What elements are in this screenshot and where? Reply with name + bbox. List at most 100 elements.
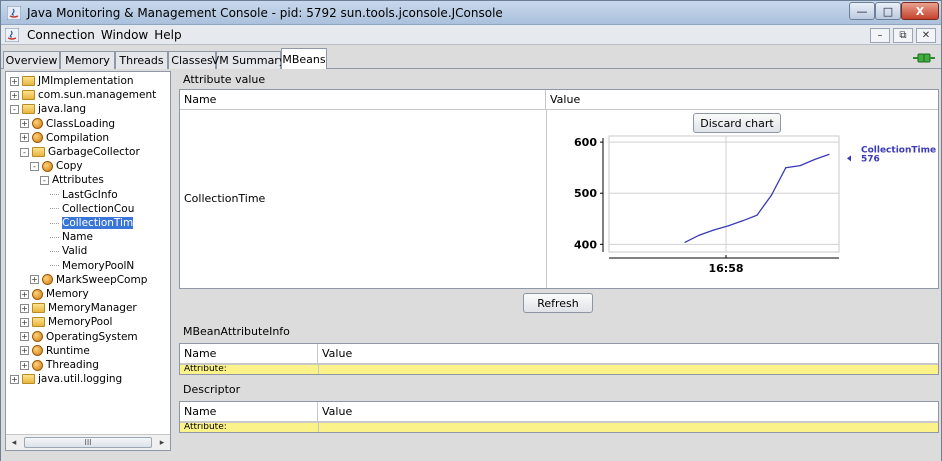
- tree-node-java-lang[interactable]: - java.lang: [10, 102, 86, 116]
- tree-node-label: OperatingSystem: [46, 330, 138, 343]
- title-bar[interactable]: Java Monitoring & Management Console - p…: [1, 1, 941, 25]
- internal-close-button[interactable]: ✕: [916, 28, 936, 43]
- tree-connector: [50, 250, 59, 252]
- expand-icon[interactable]: +: [20, 346, 29, 356]
- data-point: [814, 158, 816, 161]
- column-header-name[interactable]: Name: [180, 344, 318, 364]
- data-point: [799, 165, 801, 167]
- maximize-window-button[interactable]: □: [875, 2, 901, 20]
- collapse-icon[interactable]: -: [30, 161, 39, 171]
- column-header-name[interactable]: Name: [180, 402, 318, 422]
- folder-icon: [22, 104, 35, 115]
- collapse-icon[interactable]: -: [40, 175, 49, 185]
- tree-node-operatingsystem[interactable]: + OperatingSystem: [20, 330, 138, 344]
- tab-mbeans[interactable]: MBeans: [281, 48, 327, 69]
- tree-node-com-sun-management[interactable]: + com.sun.management: [10, 88, 156, 102]
- scroll-left-arrow-icon[interactable]: ◂: [6, 435, 22, 450]
- tree-node-memorymanager[interactable]: + MemoryManager: [20, 301, 137, 315]
- collection-time-chart: 400 500 600 16:58 CollectionTime576: [574, 135, 936, 275]
- data-point: [684, 241, 686, 243]
- tree-node-compilation[interactable]: + Compilation: [20, 131, 109, 145]
- table-row[interactable]: Attribute:: [180, 422, 938, 432]
- tab-overview[interactable]: Overview: [3, 51, 60, 69]
- connection-plug-icon[interactable]: [913, 51, 935, 65]
- tab-memory[interactable]: Memory: [60, 51, 115, 69]
- expand-icon[interactable]: +: [20, 317, 29, 327]
- tab-threads[interactable]: Threads: [115, 51, 168, 69]
- tree-node-name[interactable]: Name: [50, 230, 93, 244]
- tree-node-collectioncou[interactable]: CollectionCou: [50, 202, 134, 216]
- column-divider: [318, 364, 319, 374]
- menu-bar: Connection Window Help – ⧉ ✕: [1, 25, 941, 45]
- mbean-icon: [32, 331, 43, 343]
- table-row[interactable]: Attribute:: [180, 364, 938, 374]
- mbean-icon: [32, 345, 43, 357]
- expand-icon[interactable]: +: [10, 374, 19, 384]
- tree-node-marksweepcomp[interactable]: + MarkSweepComp: [30, 273, 147, 287]
- tree-node-label: java.util.logging: [38, 373, 123, 386]
- tree-node-label: GarbageCollector: [48, 146, 140, 158]
- tree-node-collectiontim[interactable]: CollectionTim: [50, 216, 134, 230]
- expand-icon[interactable]: +: [20, 119, 29, 129]
- expand-icon[interactable]: +: [20, 332, 29, 342]
- tree-node-memorypooln[interactable]: MemoryPoolN: [50, 259, 134, 273]
- scroll-right-arrow-icon[interactable]: ▸: [154, 435, 170, 450]
- refresh-button[interactable]: Refresh: [523, 293, 593, 313]
- tab-classes[interactable]: Classes: [168, 51, 216, 69]
- expand-icon[interactable]: +: [10, 76, 19, 86]
- column-header-value[interactable]: Value: [318, 344, 938, 364]
- tab-vm-summary[interactable]: VM Summary: [212, 51, 285, 69]
- tree-node-label: Memory: [46, 288, 89, 300]
- expand-icon[interactable]: +: [20, 360, 29, 370]
- column-header-value[interactable]: Value: [318, 402, 938, 422]
- data-point: [698, 234, 700, 236]
- tree-node-java-util-logging[interactable]: + java.util.logging: [10, 372, 122, 386]
- data-point: [727, 225, 729, 227]
- tree-node-memorypool[interactable]: + MemoryPool: [20, 315, 112, 329]
- mbean-icon: [42, 274, 53, 286]
- close-window-button[interactable]: X: [901, 2, 939, 20]
- minimize-window-button[interactable]: —: [849, 2, 875, 20]
- java-app-icon: [7, 6, 21, 20]
- tree-node-jmimplementation[interactable]: + JMImplementation: [10, 74, 134, 88]
- column-header-value[interactable]: Value: [546, 90, 938, 110]
- tree-node-valid[interactable]: Valid: [50, 244, 87, 258]
- tree-connector: [50, 265, 59, 267]
- mbean-icon: [32, 288, 43, 300]
- tree-node-memory[interactable]: + Memory: [20, 287, 89, 301]
- tree-node-label: MarkSweepComp: [56, 273, 148, 286]
- x-tick-label: 16:58: [708, 262, 743, 275]
- tree-node-copy[interactable]: - Copy: [30, 159, 83, 173]
- discard-chart-button[interactable]: Discard chart: [693, 113, 781, 133]
- expand-icon[interactable]: +: [20, 303, 29, 313]
- tree-node-label: JMImplementation: [38, 75, 134, 87]
- tree-node-garbagecollector[interactable]: - GarbageCollector: [20, 145, 140, 159]
- row-label: Attribute:: [184, 422, 227, 432]
- mbean-tree[interactable]: + JMImplementation + com.sun.management - jav…: [5, 71, 171, 451]
- tree-node-classloading[interactable]: + ClassLoading: [20, 117, 115, 131]
- column-divider: [318, 422, 319, 432]
- data-point: [756, 214, 758, 216]
- menu-connection[interactable]: Connection: [27, 28, 95, 42]
- tree-node-label: ClassLoading: [46, 117, 116, 130]
- menu-window[interactable]: Window: [101, 28, 148, 42]
- expand-icon[interactable]: +: [30, 275, 39, 285]
- internal-minimize-button[interactable]: –: [870, 28, 890, 43]
- tree-node-threading[interactable]: + Threading: [20, 358, 99, 372]
- collapse-icon[interactable]: -: [20, 147, 29, 157]
- internal-restore-button[interactable]: ⧉: [893, 28, 913, 43]
- data-point: [785, 167, 787, 169]
- collapse-icon[interactable]: -: [10, 104, 19, 114]
- tree-node-lastgcinfo[interactable]: LastGcInfo: [50, 188, 118, 202]
- expand-icon[interactable]: +: [20, 289, 29, 299]
- java-doc-icon[interactable]: [5, 28, 19, 42]
- tree-node-runtime[interactable]: + Runtime: [20, 344, 90, 358]
- tree-horizontal-scrollbar[interactable]: ◂ III ▸: [6, 434, 170, 450]
- expand-icon[interactable]: +: [10, 90, 19, 100]
- data-point: [770, 194, 772, 196]
- expand-icon[interactable]: +: [20, 133, 29, 143]
- menu-help[interactable]: Help: [154, 28, 181, 42]
- scrollbar-thumb[interactable]: III: [24, 437, 152, 448]
- column-header-name[interactable]: Name: [180, 90, 546, 110]
- tree-node-attributes[interactable]: - Attributes: [40, 173, 104, 187]
